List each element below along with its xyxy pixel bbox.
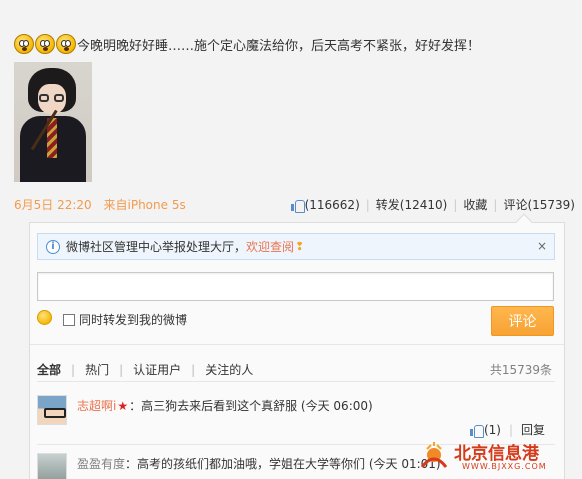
avatar[interactable] (37, 395, 67, 425)
tab-all[interactable]: 全部 (37, 361, 61, 378)
info-icon: i (46, 239, 60, 254)
shock-face-icon (35, 34, 55, 54)
post-text: 今晚明晚好好睡……施个定心魔法给你，后天高考不紧张，好好发挥！ (77, 38, 481, 54)
notice-link[interactable]: 欢迎查阅 (246, 238, 294, 255)
post-actions: (116662) | 转发(12410) | 收藏 | 评论(15739) (290, 196, 575, 213)
bjxxg-logo-icon (420, 442, 448, 468)
post-image[interactable] (14, 62, 92, 182)
repost-checkbox[interactable] (63, 313, 75, 326)
lightbulb-icon: ❢ (295, 240, 305, 253)
comment-like-button[interactable]: (1) (469, 423, 501, 438)
tab-hot[interactable]: 热门 (85, 361, 109, 378)
comment-text: ：高考的孩纸们都加油哦，学姐在大学等你们 (今天 01:01) (125, 457, 441, 471)
like-button[interactable]: (116662) (290, 198, 360, 213)
thumbs-up-icon (290, 199, 305, 213)
notice-bar: i 微博社区管理中心举报处理大厅， 欢迎查阅 ❢ × (37, 233, 555, 260)
emoticon-icon[interactable] (37, 310, 52, 325)
comment-username[interactable]: 盈盈有度 (77, 457, 125, 471)
repost-label: 同时转发到我的微博 (79, 313, 188, 327)
close-icon[interactable]: × (537, 239, 547, 253)
thumbs-up-icon (469, 424, 484, 438)
comment-filter-tabs: 全部 | 热门 | 认证用户 | 关注的人 (37, 361, 254, 378)
comment-reply-button[interactable]: 回复 (521, 421, 545, 438)
watermark-url: WWW.BJXXG.COM (462, 462, 547, 471)
post-source[interactable]: 来自iPhone 5s (104, 198, 186, 212)
submit-comment-button[interactable]: 评论 (491, 306, 554, 336)
shock-face-icon (56, 34, 76, 54)
repost-button[interactable]: 转发(12410) (376, 196, 448, 213)
comment-count: 共15739条 (489, 363, 552, 377)
comment-button[interactable]: 评论(15739) (503, 196, 575, 213)
tab-verified[interactable]: 认证用户 (133, 361, 181, 378)
favorite-button[interactable]: 收藏 (463, 196, 487, 213)
star-badge-icon: ★ (117, 399, 129, 413)
notice-text: 微博社区管理中心举报处理大厅， (66, 240, 247, 254)
repost-checkbox-row[interactable]: 同时转发到我的微博 (63, 311, 187, 328)
post-meta: 6月5日 22:20 来自iPhone 5s (14, 196, 194, 213)
comment-text: ：高三狗去来后看到这个真舒服 (今天 06:00) (129, 399, 373, 413)
tab-following[interactable]: 关注的人 (205, 361, 253, 378)
comment-username[interactable]: 志超啊i (77, 399, 116, 413)
avatar[interactable] (37, 453, 67, 479)
comment-input[interactable] (37, 272, 554, 301)
site-watermark: 北京信息港 WWW.BJXXG.COM (418, 439, 578, 475)
shock-face-icon (14, 34, 34, 54)
post-date[interactable]: 6月5日 22:20 (14, 198, 92, 212)
post-content: 今晚明晚好好睡……施个定心魔法给你，后天高考不紧张，好好发挥！ (14, 32, 480, 56)
watermark-title: 北京信息港 (454, 444, 539, 464)
